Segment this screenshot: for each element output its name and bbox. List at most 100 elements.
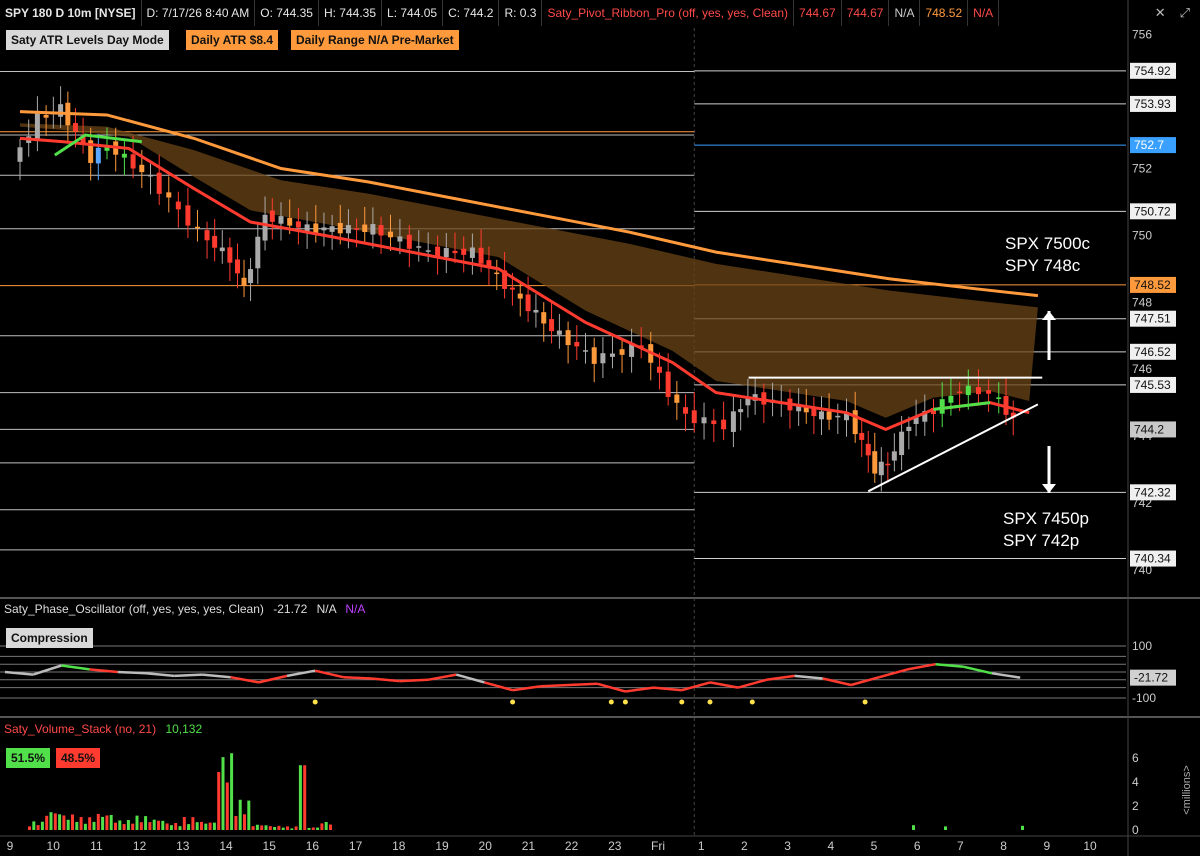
oscillator-header: Saty_Phase_Oscillator (off, yes, yes, ye… (4, 602, 365, 616)
x-tick-label: 4 (827, 839, 834, 853)
oscillator-value: -21.72 (273, 602, 308, 616)
oscillator-line (709, 681, 739, 689)
candle-body (241, 277, 247, 286)
volume-bar (260, 825, 264, 830)
volume-bar (45, 815, 49, 830)
candle-body (996, 397, 1002, 399)
daily-atr-chip: Daily ATR $8.4 (186, 30, 279, 50)
oscillator-line (32, 664, 62, 676)
y-tick-label: 752 (1132, 162, 1152, 176)
volume-bar (281, 827, 285, 830)
x-tick-label: 11 (90, 839, 103, 853)
volume-tick: 4 (1132, 775, 1139, 789)
volume-bar (286, 826, 289, 830)
bar-open: O: 744.35 (255, 0, 319, 26)
symbol-label[interactable]: SPY 180 D 10m [NYSE] (0, 0, 142, 26)
x-tick-label: 13 (176, 839, 190, 853)
x-tick-label: 21 (522, 839, 536, 853)
oscillator-tick: -100 (1132, 691, 1156, 705)
candle-body (674, 394, 680, 403)
y-tick-label: 748 (1132, 295, 1152, 309)
call-annotation: SPX 7500c SPY 748c (1005, 233, 1090, 277)
up-arrow-head (1042, 311, 1056, 320)
candle-body (549, 319, 555, 332)
candle-body (43, 114, 49, 118)
y-tick-label: 746 (1132, 362, 1152, 376)
compression-dot (679, 699, 685, 705)
candle-body (525, 294, 531, 312)
candle-body (711, 420, 717, 425)
x-tick-label: 18 (392, 839, 406, 853)
candle-body (899, 431, 905, 456)
volume-bar (161, 820, 165, 830)
candle-body (262, 214, 268, 241)
volume-bar (221, 757, 225, 830)
oscillator-line (371, 677, 400, 683)
volume-value: 10,132 (165, 722, 203, 736)
volume-bar (53, 813, 57, 830)
candle-body (304, 224, 310, 232)
oscillator-study-name[interactable]: Saty_Phase_Oscillator (off, yes, yes, ye… (4, 602, 264, 616)
candle-body (130, 154, 136, 169)
expand-icon[interactable]: ⤢ (1180, 5, 1190, 21)
candle-body (478, 247, 484, 264)
volume-bar (264, 825, 268, 830)
volume-bar (243, 814, 246, 830)
compression-chip: Compression (6, 628, 93, 648)
close-icon[interactable]: ✕ (1155, 5, 1166, 21)
ribbon-value-4: 748.52 (920, 0, 969, 26)
candle-body (701, 417, 707, 424)
bar-close: C: 744.2 (443, 0, 500, 26)
oscillator-line (878, 668, 908, 679)
oscillator-value-label: -21.72 (1134, 671, 1168, 685)
candle-body (387, 231, 393, 238)
volume-study-name[interactable]: Saty_Volume_Stack (no, 21) (4, 722, 156, 736)
candle-body (235, 259, 240, 274)
x-tick-label: Fri (651, 839, 665, 853)
x-tick-label: 8 (1000, 839, 1007, 853)
oscillator-line (681, 681, 711, 692)
level-label: 752.7 (1134, 138, 1164, 152)
candle-body (321, 227, 327, 231)
candle-body (906, 426, 912, 432)
x-tick-label: 2 (741, 839, 748, 853)
candle-body (443, 248, 449, 258)
candle-body (619, 349, 625, 355)
level-label: 748.52 (1134, 278, 1171, 292)
candle-body (269, 210, 275, 222)
candle-body (295, 221, 301, 228)
oscillator-line (286, 669, 316, 678)
volume-bar (247, 800, 251, 830)
ribbon-value-3: N/A (889, 0, 921, 26)
candle-body (397, 236, 403, 242)
ribbon-study-name[interactable]: Saty_Pivot_Ribbon_Pro (off, yes, yes, Cl… (542, 0, 795, 26)
volume-bar (58, 814, 62, 830)
daily-range-chip: Daily Range N/A Pre-Market (291, 30, 459, 50)
candle-body (185, 205, 191, 226)
volume-bar (118, 820, 122, 830)
oscillator-line (512, 685, 541, 692)
atr-mode-chip: Saty ATR Levels Day Mode (6, 30, 169, 50)
oscillator-line (568, 682, 598, 687)
candle-body (826, 411, 832, 420)
candle-body (683, 407, 689, 414)
candle-body (565, 330, 571, 346)
volume-bar (234, 815, 238, 830)
x-tick-label: 19 (435, 839, 449, 853)
ribbon-value-5: N/A (968, 0, 1000, 26)
volume-bar (195, 822, 199, 830)
y-tick-label: 756 (1132, 28, 1152, 42)
volume-bar (165, 823, 169, 830)
candle-body (175, 201, 181, 210)
candle-body (313, 223, 319, 233)
compression-dot (707, 699, 713, 705)
level-label: 750.72 (1134, 204, 1171, 218)
candle-body (541, 312, 547, 324)
candle-body (859, 433, 865, 440)
candle-body (948, 395, 954, 403)
x-tick-label: 17 (349, 839, 363, 853)
y-tick-label: 750 (1132, 228, 1152, 242)
level-label: 742.32 (1134, 485, 1171, 499)
oscillator-line (427, 673, 457, 682)
candle-body (600, 353, 606, 364)
